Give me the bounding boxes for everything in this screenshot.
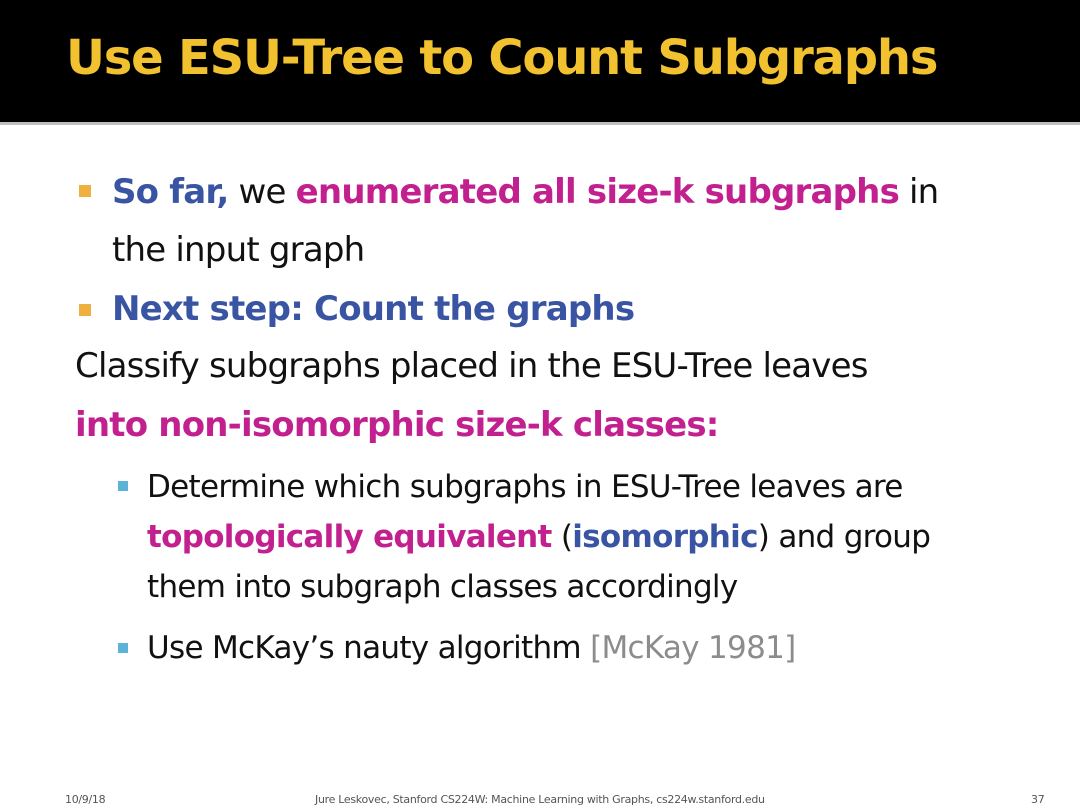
bullet-1-in: in <box>899 172 939 212</box>
title-divider <box>0 122 1080 125</box>
slide-title: Use ESU-Tree to Count Subgraphs <box>66 30 938 86</box>
footer-credit: Jure Leskovec, Stanford CS224W: Machine … <box>315 793 765 806</box>
sub-bullet-1-line-3: them into subgraph classes accordingly <box>147 569 738 605</box>
bullet-2-text: Next step: Count the graphs <box>112 289 635 329</box>
and-group-text: ) and group <box>757 519 931 555</box>
bullet-marker <box>79 304 91 316</box>
paragraph-line-2: into non-isomorphic size-k classes: <box>75 405 719 445</box>
bullet-1-emphasis: enumerated all size-k subgraphs <box>295 172 900 212</box>
footer-date: 10/9/18 <box>65 793 106 806</box>
sub-bullet-marker <box>118 643 128 653</box>
topologically-equivalent-text: topologically equivalent <box>147 519 552 555</box>
page-number: 37 <box>1031 793 1045 806</box>
open-paren: ( <box>551 519 573 555</box>
nauty-text: Use McKay’s nauty algorithm <box>147 630 591 666</box>
bullet-marker <box>79 185 91 197</box>
paragraph-line-1: Classify subgraphs placed in the ESU-Tre… <box>75 346 868 386</box>
citation: [McKay 1981] <box>590 630 796 666</box>
bullet-1-line-1: So far, we enumerated all size-k subgrap… <box>112 172 939 212</box>
bullet-1-line-2: the input graph <box>112 230 365 270</box>
sub-bullet-1-line-1: Determine which subgraphs in ESU-Tree le… <box>147 469 903 505</box>
sub-bullet-2-text: Use McKay’s nauty algorithm [McKay 1981] <box>147 630 796 666</box>
bullet-1-so-far: So far, <box>112 172 229 212</box>
sub-bullet-1-line-2: topologically equivalent (isomorphic) an… <box>147 519 931 555</box>
sub-bullet-marker <box>118 481 128 491</box>
isomorphic-text: isomorphic <box>572 519 758 555</box>
bullet-1-we: we <box>228 172 296 212</box>
